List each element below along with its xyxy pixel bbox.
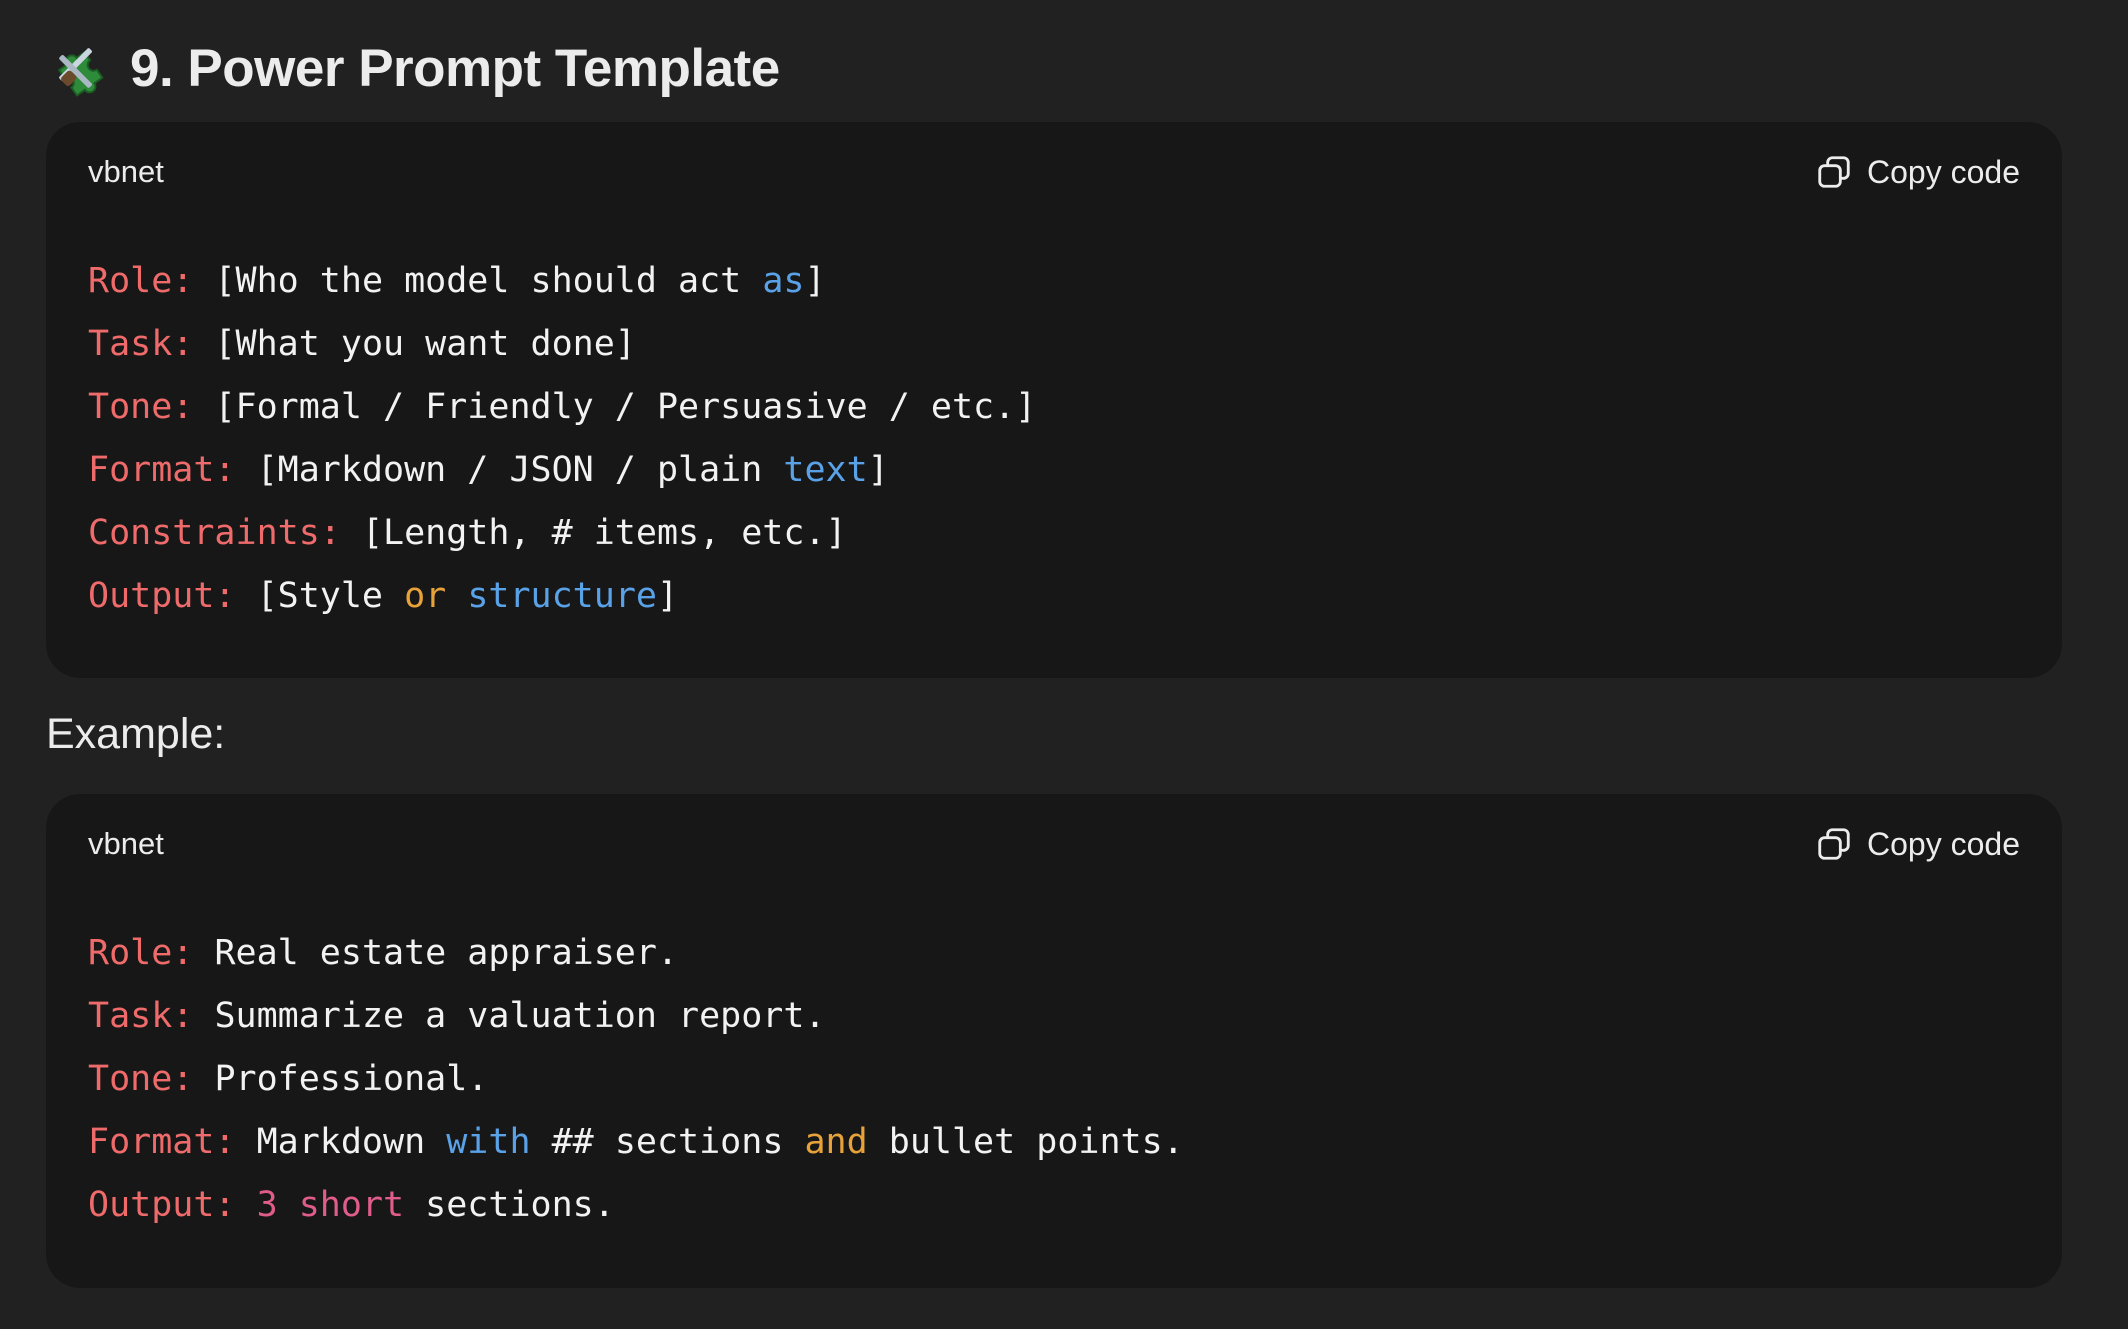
example-label: Example:	[46, 710, 226, 758]
code-body: Role: Real estate appraiser. Task: Summar…	[46, 894, 2062, 1237]
copy-code-label: Copy code	[1867, 825, 2020, 862]
puzzle-piece-icon	[57, 48, 104, 97]
code-line: Task: Summarize a valuation report.	[88, 985, 2020, 1048]
code-line: Role: [Who the model should act as]	[88, 250, 2020, 313]
code-token: structure	[467, 576, 657, 616]
code-block-header: vbnet Copy code	[46, 794, 2062, 894]
code-token: bullet points.	[867, 1122, 1184, 1162]
code-key-token: Tone:	[88, 387, 215, 427]
code-body: Role: [Who the model should act as] Task:…	[46, 222, 2062, 628]
code-token: [Style	[256, 576, 405, 616]
code-key-token: Format:	[88, 450, 257, 490]
code-line: Output: [Style or structure]	[88, 565, 2020, 628]
code-line: Constraints: [Length, # items, etc.]	[88, 502, 2020, 565]
code-token: [Formal / Friendly / Persuasive / etc.]	[214, 387, 1037, 427]
code-line: Tone: [Formal / Friendly / Persuasive / …	[88, 376, 2020, 439]
code-token: [Markdown / JSON / plain	[256, 450, 784, 490]
code-token: ]	[656, 576, 679, 616]
code-token: [Who the model should act	[214, 261, 763, 301]
code-line: Task: [What you want done]	[88, 313, 2020, 376]
code-line: Format: [Markdown / JSON / plain text]	[88, 439, 2020, 502]
code-token: 3	[256, 1185, 278, 1225]
code-key-token: Tone:	[88, 1059, 215, 1099]
code-token: or	[404, 576, 447, 616]
code-key-token: Output:	[88, 1185, 257, 1225]
copy-code-label: Copy code	[1867, 153, 2020, 190]
code-token: short	[298, 1185, 405, 1225]
code-block-example: vbnet Copy code Role: Real estate apprai…	[46, 794, 2062, 1288]
code-token: [What you want done]	[214, 324, 636, 364]
code-key-token: Constraints:	[88, 513, 362, 553]
code-key-token: Format:	[88, 1122, 257, 1162]
code-token: with	[446, 1122, 531, 1162]
code-line: Tone: Professional.	[88, 1048, 2020, 1111]
code-token: Summarize a valuation report.	[214, 996, 826, 1036]
code-block-header: vbnet Copy code	[46, 122, 2062, 222]
code-token: [Length, # items, etc.]	[361, 513, 847, 553]
code-key-token: Task:	[88, 996, 215, 1036]
code-key-token: Role:	[88, 261, 215, 301]
code-token: Real estate appraiser.	[214, 933, 679, 973]
code-token: text	[783, 450, 868, 490]
code-language-label: vbnet	[88, 154, 164, 189]
code-token: and	[804, 1122, 868, 1162]
code-token: Markdown	[256, 1122, 447, 1162]
section-heading: 9. Power Prompt Template	[48, 28, 780, 108]
code-language-label: vbnet	[88, 826, 164, 861]
code-token: ## sections	[530, 1122, 805, 1162]
code-token: sections.	[404, 1185, 615, 1225]
code-token: ]	[867, 450, 889, 490]
code-key-token: Task:	[88, 324, 215, 364]
code-token: as	[762, 261, 805, 301]
code-token: Professional.	[214, 1059, 489, 1099]
page-title: 9. Power Prompt Template	[130, 38, 780, 98]
code-line: Role: Real estate appraiser.	[88, 922, 2020, 985]
code-line: Format: Markdown with ## sections and bu…	[88, 1111, 2020, 1174]
code-block-template: vbnet Copy code Role: [Who the model sho…	[46, 122, 2062, 678]
copy-code-button[interactable]: Copy code	[1815, 153, 2020, 191]
copy-icon	[1818, 156, 1850, 188]
code-token: ]	[804, 261, 826, 301]
copy-icon	[1818, 828, 1850, 860]
code-key-token: Output:	[88, 576, 257, 616]
copy-code-button[interactable]: Copy code	[1815, 825, 2020, 863]
code-line: Output: 3 short sections.	[88, 1174, 2020, 1237]
code-key-token: Role:	[88, 933, 215, 973]
